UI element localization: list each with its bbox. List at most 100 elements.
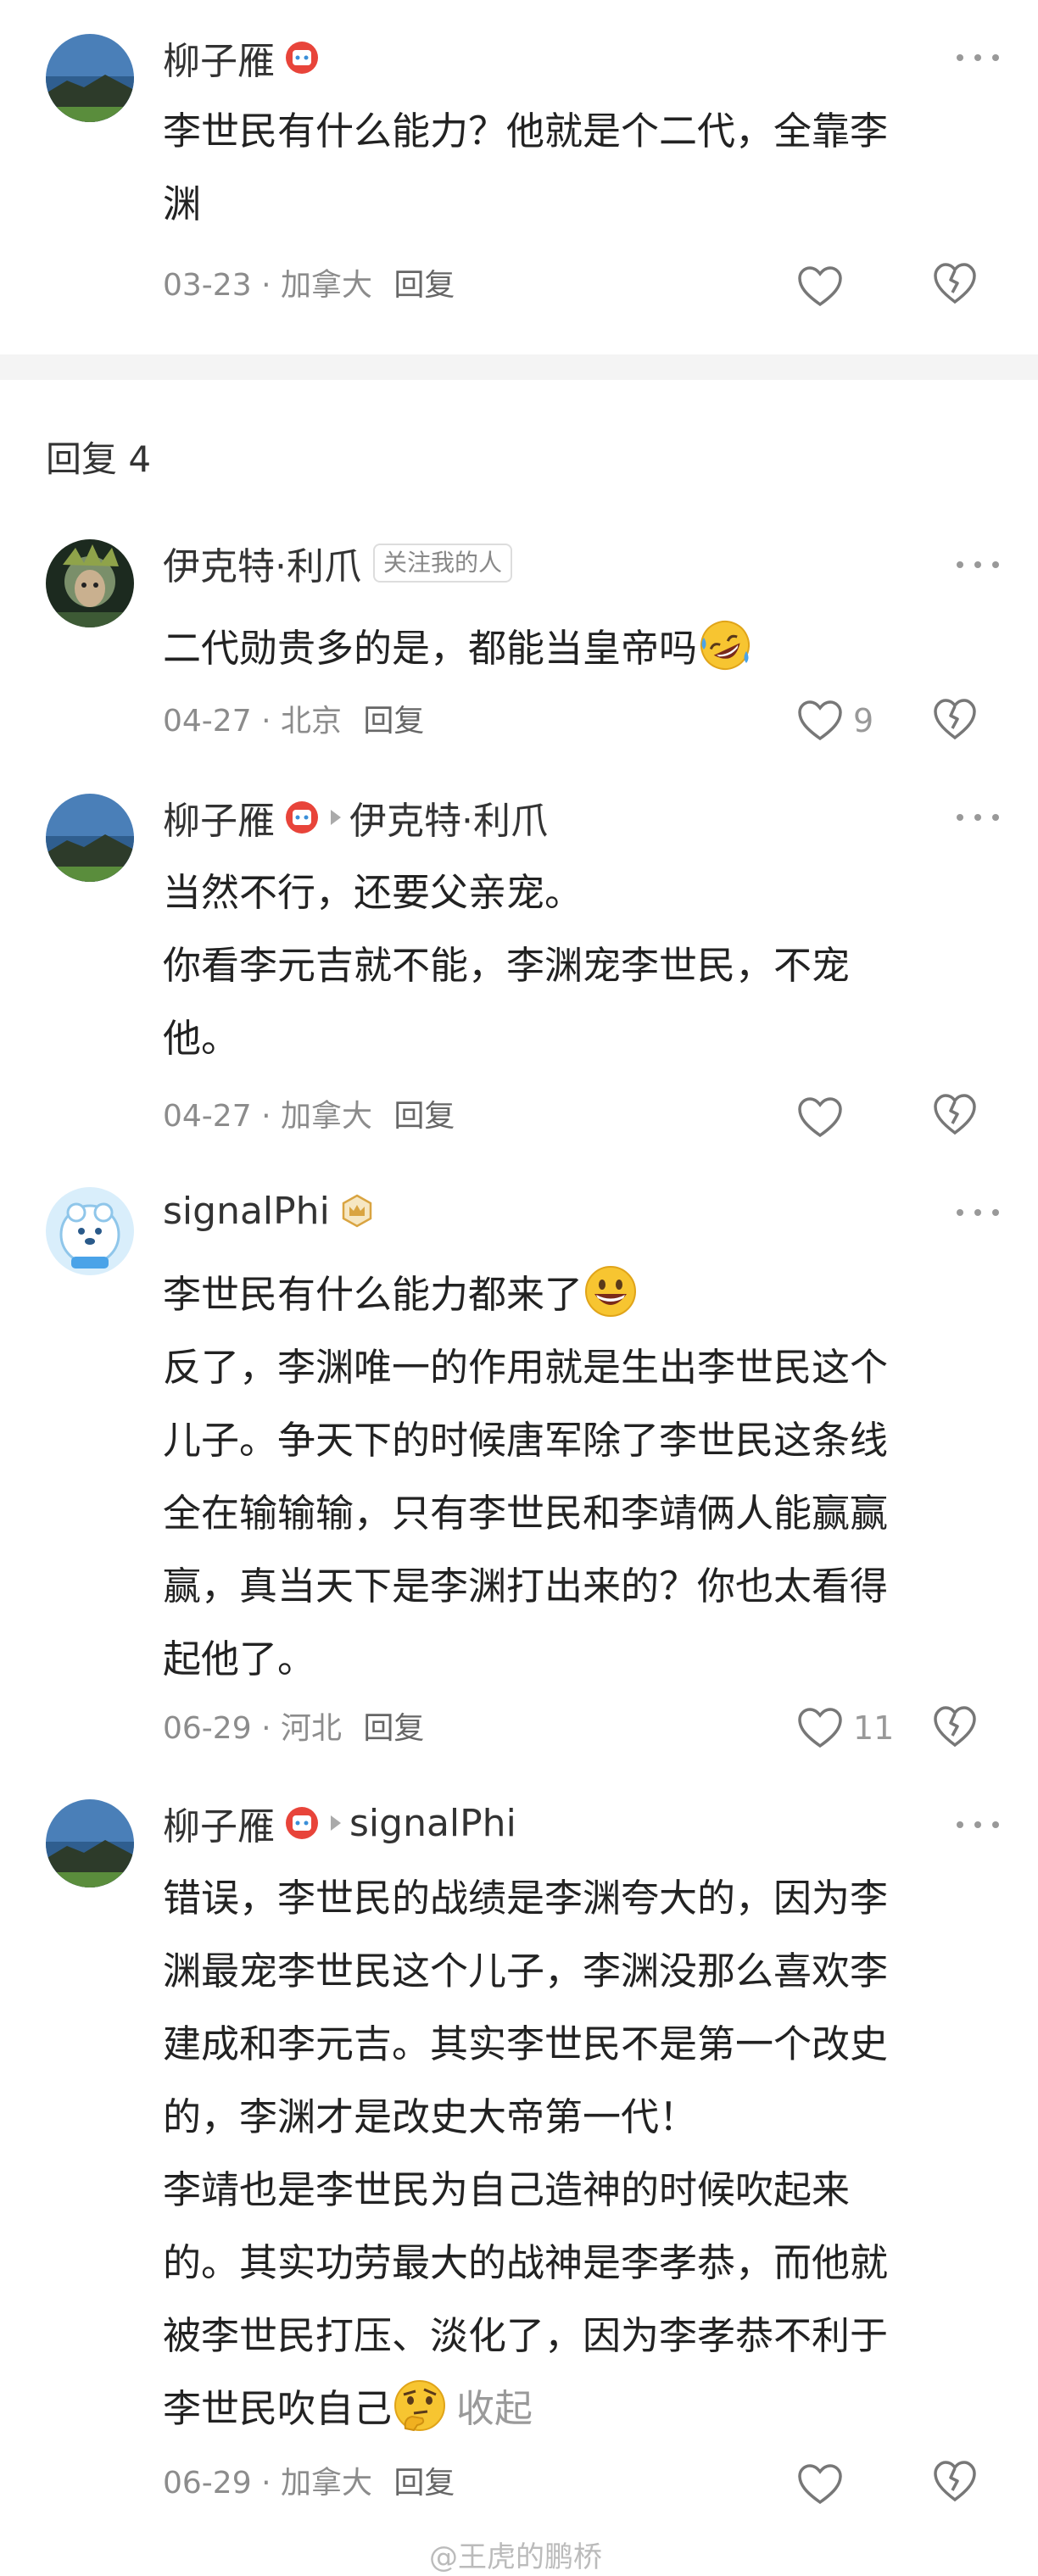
reply-arrow-icon (331, 810, 341, 825)
comment-meta: 06-29 · 河北 回复 (163, 1711, 425, 1746)
author-name[interactable]: 柳子雁 (163, 31, 275, 85)
author-row: 伊克特·利爪 关注我的人 (163, 536, 513, 590)
like-button[interactable] (797, 2459, 843, 2510)
comment-location: 加拿大 (280, 268, 372, 303)
comment-line: 渊 (163, 181, 202, 226)
author-row: 柳子雁 signalPhi (163, 1796, 516, 1850)
author-name[interactable]: 柳子雁 (163, 790, 275, 845)
comment-line: 你看李元吉就不能，李渊宠李世民，不宠 (163, 943, 851, 988)
comment-line: 被李世民打压、淡化了，因为李孝恭不利于 (163, 2313, 889, 2358)
like-button[interactable] (797, 1092, 843, 1143)
comment-line: 建成和李元吉。其实李世民不是第一个改史 (163, 2021, 889, 2066)
comment-date: 04-27 (163, 1099, 252, 1134)
comment-text: 错误，李世民的战绩是李渊夸大的，因为李 渊最宠李世民这个儿子，李渊没那么喜欢李 … (163, 1862, 994, 2445)
reply-to-name[interactable]: 伊克特·利爪 (349, 790, 548, 845)
more-options-icon[interactable] (957, 809, 999, 826)
author-row: 柳子雁 伊克特·利爪 (163, 792, 548, 843)
heart-icon (798, 1097, 842, 1138)
comment-line: 李世民有什么能力？他就是个二代，全靠李 (163, 109, 889, 153)
comment-line: 的，李渊才是改史大帝第一代！ (163, 2094, 698, 2139)
more-options-icon[interactable] (957, 1816, 999, 1833)
comment-date: 03-23 (163, 268, 252, 303)
more-options-icon[interactable] (957, 1204, 999, 1221)
avatar[interactable] (46, 794, 134, 882)
comment-line: 反了，李渊唯一的作用就是生出李世民这个 (163, 1345, 889, 1390)
comment-text: 二代勋贵多的是，都能当皇帝吗 (163, 612, 994, 685)
comment-text: 李世民有什么能力？他就是个二代，全靠李 渊 (163, 95, 994, 241)
comment-line: 当然不行，还要父亲宠。 (163, 870, 583, 915)
author-row: 柳子雁 (163, 32, 319, 83)
comment-meta: 04-27 · 北京 回复 (163, 704, 425, 739)
comment-location: 加拿大 (280, 1099, 372, 1134)
follower-tag: 关注我的人 (373, 544, 513, 583)
dislike-button[interactable] (931, 1703, 979, 1750)
gold-crown-badge-icon (340, 1194, 374, 1228)
thinking-emoji-icon (392, 2378, 448, 2434)
reply-button[interactable]: 回复 (393, 2466, 455, 2501)
reply-to-name[interactable]: signalPhi (349, 1802, 516, 1845)
more-options-icon[interactable] (957, 556, 999, 573)
member-badge-icon (285, 800, 319, 834)
comment-text: 当然不行，还要父亲宠。 你看李元吉就不能，李渊宠李世民，不宠 他。 (163, 856, 994, 1075)
member-badge-icon (285, 41, 319, 75)
broken-heart-icon (934, 2461, 976, 2502)
broken-heart-icon (934, 1706, 976, 1748)
comment-location: 河北 (280, 1711, 342, 1746)
member-badge-icon (285, 1806, 319, 1840)
dislike-button[interactable] (931, 259, 979, 307)
author-row: signalPhi (163, 1185, 374, 1236)
heart-icon (798, 700, 842, 741)
comment-meta: 03-23 · 加拿大 回复 (163, 268, 455, 303)
dislike-button[interactable] (931, 695, 979, 743)
like-button[interactable]: 11 (797, 1703, 894, 1754)
heart-icon (798, 266, 842, 307)
comment-meta: 04-27 · 加拿大 回复 (163, 1099, 455, 1134)
author-name[interactable]: 柳子雁 (163, 1796, 275, 1850)
grin-emoji-icon (583, 1263, 639, 1319)
broken-heart-icon (934, 1094, 976, 1135)
like-count: 11 (853, 1709, 895, 1747)
dislike-button[interactable] (931, 2457, 979, 2505)
reply-button[interactable]: 回复 (363, 704, 424, 739)
collapse-button[interactable]: 收起 (456, 2386, 533, 2431)
comment-location: 加拿大 (280, 2466, 372, 2501)
comment-line: 错误，李世民的战绩是李渊夸大的，因为李 (163, 1876, 889, 1921)
weibo-watermark: @王虎的鹏桥 (429, 2540, 602, 2574)
reply-button[interactable]: 回复 (393, 1099, 455, 1134)
comment-line: 赢，真当天下是李渊打出来的？你也太看得 (163, 1564, 889, 1609)
heart-icon (798, 1708, 842, 1748)
replies-count-header: 回复 4 (46, 438, 152, 480)
comment-line: 李世民有什么能力都来了 (163, 1258, 994, 1331)
reply-arrow-icon (331, 1815, 341, 1831)
comment-date: 06-29 (163, 1711, 252, 1746)
comment-date: 04-27 (163, 704, 252, 739)
author-name[interactable]: signalPhi (163, 1190, 330, 1233)
heart-icon (798, 2464, 842, 2505)
comment-line: 全在输输输，只有李世民和李靖俩人能赢赢 (163, 1491, 889, 1536)
comment-line: 起他了。 (163, 1636, 316, 1681)
author-name[interactable]: 伊克特·利爪 (163, 536, 361, 590)
more-options-icon[interactable] (957, 49, 999, 66)
broken-heart-icon (934, 699, 976, 740)
reply-button[interactable]: 回复 (363, 1711, 424, 1746)
dislike-button[interactable] (931, 1090, 979, 1138)
reply-button[interactable]: 回复 (393, 268, 455, 303)
comment-line: 渊最宠李世民这个儿子，李渊没那么喜欢李 (163, 1949, 889, 1993)
avatar[interactable] (46, 34, 134, 122)
like-button[interactable] (797, 261, 843, 312)
comment-location: 北京 (280, 704, 342, 739)
avatar[interactable] (46, 1187, 134, 1275)
comment-meta: 06-29 · 加拿大 回复 (163, 2466, 455, 2501)
comment-line: 二代勋贵多的是，都能当皇帝吗 (163, 612, 994, 685)
like-count: 9 (853, 702, 874, 739)
like-button[interactable]: 9 (797, 695, 873, 746)
avatar[interactable] (46, 1799, 134, 1887)
rofl-emoji-icon (697, 617, 753, 673)
comment-line: 他。 (163, 1016, 240, 1061)
avatar[interactable] (46, 539, 134, 627)
section-divider (0, 354, 1038, 380)
broken-heart-icon (934, 263, 976, 304)
comment-line: 李世民吹自己 收起 (163, 2372, 994, 2445)
comment-line: 儿子。争天下的时候唐军除了李世民这条线 (163, 1418, 889, 1463)
comment-text: 李世民有什么能力都来了 反了，李渊唯一的作用就是生出李世民这个 儿子。争天下的时… (163, 1258, 994, 1696)
